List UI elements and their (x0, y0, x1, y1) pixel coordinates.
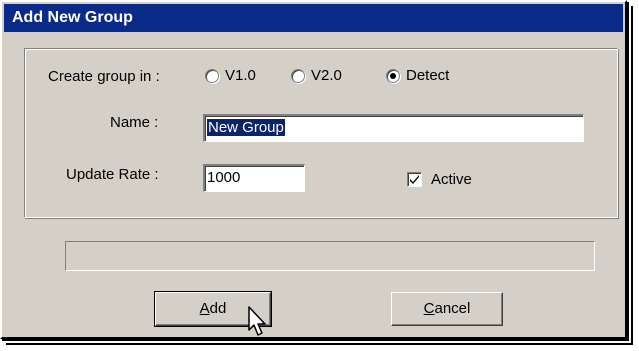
radio-v2-circle (291, 68, 305, 83)
arrow-pointer-icon (248, 306, 266, 336)
radio-v2[interactable]: V2.0 (291, 67, 342, 84)
name-label: Name : (110, 114, 159, 131)
cancel-button[interactable]: Cancel (391, 292, 503, 326)
update-rate-label: Update Rate : (66, 166, 159, 183)
create-group-label: Create group in : (48, 68, 160, 85)
cancel-button-label: ancel (434, 300, 471, 317)
radio-v1-circle (205, 68, 219, 83)
add-button-label: dd (209, 300, 227, 317)
add-button-mnemonic: A (199, 300, 210, 317)
add-new-group-dialog: Add New Group Create group in : V1.0 V2.… (0, 0, 627, 339)
cancel-button-mnemonic: C (423, 300, 435, 317)
radio-v1-label: V1.0 (225, 67, 256, 84)
checkmark-icon (410, 175, 419, 184)
progress-bar (65, 241, 595, 271)
name-input-value: New Group (207, 119, 285, 136)
name-input[interactable]: New Group (203, 114, 584, 142)
radio-detect[interactable]: Detect (386, 67, 449, 84)
radio-selected-dot (390, 72, 396, 79)
dialog-title: Add New Group (4, 4, 623, 32)
active-checkbox[interactable]: Active (407, 171, 472, 188)
update-rate-input-value: 1000 (207, 169, 241, 186)
radio-detect-circle (386, 68, 400, 83)
update-rate-input[interactable]: 1000 (203, 164, 305, 192)
radio-v1[interactable]: V1.0 (205, 67, 256, 84)
active-checkbox-label: Active (431, 171, 472, 188)
active-checkbox-box (407, 172, 422, 187)
radio-v2-label: V2.0 (311, 67, 342, 84)
radio-detect-label: Detect (406, 67, 450, 84)
